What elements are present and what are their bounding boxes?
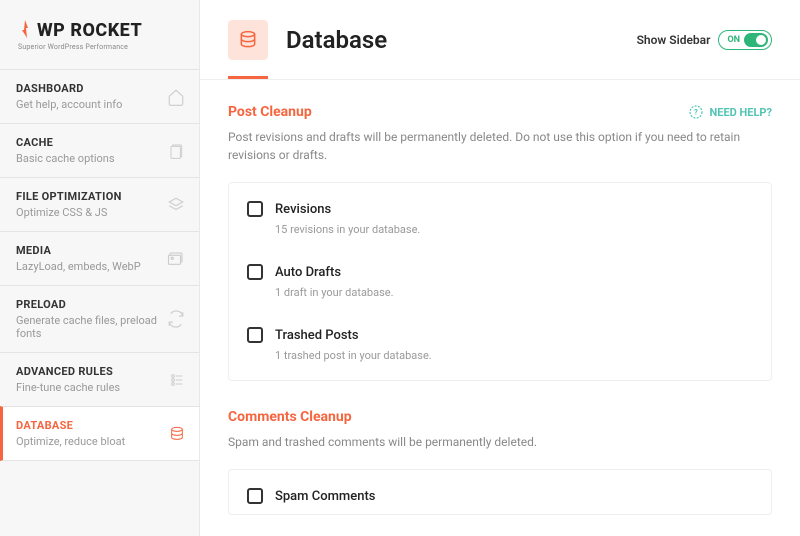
checkbox-trashed-posts[interactable] (247, 327, 263, 343)
checkbox-revisions[interactable] (247, 201, 263, 217)
checkbox-spam-comments[interactable] (247, 488, 263, 504)
nav-sub: Optimize, reduce bloat (16, 435, 183, 448)
section-title-post-cleanup: Post Cleanup (228, 104, 312, 120)
logo-text-rocket: ROCKET (70, 20, 142, 41)
option-trashed-posts: Trashed Posts 1 trashed post in your dat… (229, 313, 771, 376)
section-comments-cleanup: Comments Cleanup Spam and trashed commen… (228, 409, 772, 515)
section-desc: Post revisions and drafts will be perman… (228, 128, 772, 164)
nav-title: CACHE (16, 136, 183, 149)
check-label: Revisions (275, 202, 331, 217)
home-icon (167, 88, 185, 106)
need-help-link[interactable]: ? NEED HELP? (688, 104, 773, 120)
check-sub: 15 revisions in your database. (275, 223, 753, 236)
sliders-icon (169, 372, 185, 388)
toggle-knob (744, 33, 768, 47)
svg-text:?: ? (694, 108, 698, 117)
sidebar-item-media[interactable]: MEDIA LazyLoad, embeds, WebP (0, 231, 199, 285)
sidebar-item-advanced-rules[interactable]: ADVANCED RULES Fine-tune cache rules (0, 352, 199, 406)
main-content: Database Show Sidebar ON Post Cleanup ? … (200, 0, 800, 536)
content: Post Cleanup ? NEED HELP? Post revisions… (200, 80, 800, 515)
check-label: Auto Drafts (275, 265, 341, 280)
nav-title: DATABASE (16, 419, 183, 432)
toggle-switch[interactable]: ON (718, 30, 772, 50)
comments-cleanup-card: Spam Comments (228, 469, 772, 515)
rocket-icon (18, 20, 32, 38)
nav-sub: Basic cache options (16, 152, 183, 165)
checkbox-auto-drafts[interactable] (247, 264, 263, 280)
database-icon (169, 425, 185, 443)
nav-title: PRELOAD (16, 298, 183, 311)
sidebar-item-file-optimization[interactable]: FILE OPTIMIZATION Optimize CSS & JS (0, 177, 199, 231)
nav-title: ADVANCED RULES (16, 365, 183, 378)
check-sub: 1 trashed post in your database. (275, 349, 753, 362)
database-icon (228, 20, 268, 60)
sidebar-item-cache[interactable]: CACHE Basic cache options (0, 123, 199, 177)
sidebar-item-dashboard[interactable]: DASHBOARD Get help, account info (0, 69, 199, 123)
option-spam-comments: Spam Comments (229, 474, 771, 510)
option-revisions: Revisions 15 revisions in your database. (229, 187, 771, 250)
help-icon: ? (688, 104, 704, 120)
images-icon (167, 251, 185, 267)
nav-title: DASHBOARD (16, 82, 183, 95)
nav-sub: Generate cache files, preload fonts (16, 314, 183, 340)
sidebar: WP ROCKET Superior WordPress Performance… (0, 0, 200, 536)
nav-sub: LazyLoad, embeds, WebP (16, 260, 183, 273)
check-sub: 1 draft in your database. (275, 286, 753, 299)
sidebar-item-preload[interactable]: PRELOAD Generate cache files, preload fo… (0, 285, 199, 352)
file-icon (169, 142, 185, 160)
nav-title: MEDIA (16, 244, 183, 257)
option-auto-drafts: Auto Drafts 1 draft in your database. (229, 250, 771, 313)
post-cleanup-card: Revisions 15 revisions in your database.… (228, 182, 772, 381)
section-desc: Spam and trashed comments will be perman… (228, 433, 772, 451)
nav-sub: Get help, account info (16, 98, 183, 111)
toggle-state: ON (727, 35, 740, 45)
nav-sub: Fine-tune cache rules (16, 381, 183, 394)
logo: WP ROCKET Superior WordPress Performance (0, 0, 199, 69)
logo-text-wp: WP (37, 20, 65, 41)
refresh-icon (167, 310, 185, 328)
help-label: NEED HELP? (710, 106, 773, 119)
section-head: Post Cleanup ? NEED HELP? (228, 104, 772, 120)
logo-subtitle: Superior WordPress Performance (18, 43, 181, 51)
nav-title: FILE OPTIMIZATION (16, 190, 183, 203)
section-title-comments-cleanup: Comments Cleanup (228, 409, 772, 425)
page-header: Database Show Sidebar ON (200, 0, 800, 60)
layers-icon (167, 196, 185, 214)
toggle-text: Show Sidebar (637, 33, 711, 47)
page-title: Database (286, 26, 637, 54)
check-label: Trashed Posts (275, 328, 359, 343)
check-label: Spam Comments (275, 489, 375, 504)
show-sidebar-toggle[interactable]: Show Sidebar ON (637, 30, 772, 50)
nav-sub: Optimize CSS & JS (16, 206, 183, 219)
sidebar-item-database[interactable]: DATABASE Optimize, reduce bloat (0, 406, 199, 461)
